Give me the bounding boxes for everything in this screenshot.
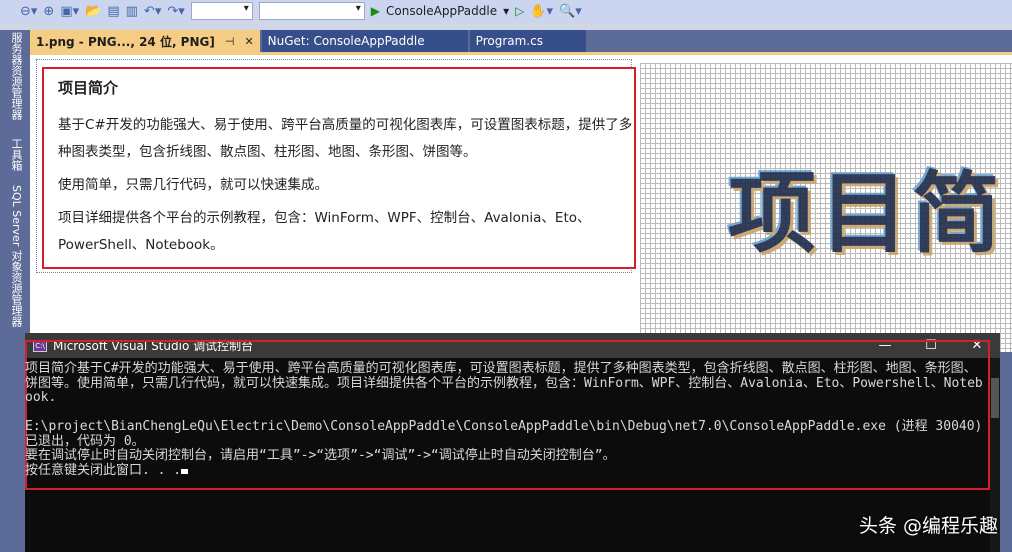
forward-icon[interactable]: ⊕: [43, 4, 54, 19]
image-content: 项目简介 基于C#开发的功能强大、易于使用、跨平台高质量的可视化图表库，可设置图…: [42, 67, 636, 269]
zoomed-pixel-view: 项目简: [640, 63, 1012, 352]
watermark: 头条 @编程乐趣: [858, 515, 998, 537]
sidebar-tab-server-explorer[interactable]: 服务器资源管理器: [8, 32, 24, 120]
image-paragraph: 项目详细提供各个平台的示例教程，包含：WinForm、WPF、控制台、Avalo…: [58, 210, 591, 253]
tab-label: 1.png - PNG..., 24 位, PNG]: [36, 34, 215, 49]
document-tabs: 1.png - PNG..., 24 位, PNG] ⊣ ✕ NuGet: Cons…: [30, 30, 586, 52]
toolbar-strip: [0, 22, 1012, 30]
open-folder-icon[interactable]: 📂: [85, 4, 101, 19]
cursor: [181, 468, 189, 474]
image-heading: 项目简介: [58, 79, 119, 97]
tab-nuget[interactable]: NuGet: ConsoleAppPaddle: [261, 30, 468, 52]
undo-icon[interactable]: ↶▾: [144, 4, 161, 19]
tab-label: Program.cs: [475, 34, 543, 48]
debug-console-window: C:\ Microsoft Visual Studio 调试控制台 — ☐ ✕ …: [25, 333, 1000, 552]
zoomed-text: 项目简: [728, 162, 1005, 265]
sidebar-tab-toolbox[interactable]: 工具箱: [8, 138, 24, 171]
save-all-icon[interactable]: ▥: [126, 4, 138, 19]
start-without-debug-icon[interactable]: ▷: [515, 4, 524, 18]
tab-program-cs[interactable]: Program.cs: [469, 30, 586, 52]
redo-icon[interactable]: ↷▾: [167, 4, 184, 19]
startup-project-button[interactable]: ConsoleAppPaddle: [386, 4, 497, 18]
image-editor: 项目简介 基于C#开发的功能强大、易于使用、跨平台高质量的可视化图表库，可设置图…: [30, 52, 1012, 352]
configuration-select[interactable]: [190, 2, 253, 20]
hand-icon[interactable]: ✋▾: [530, 4, 553, 19]
pin-icon[interactable]: ⊣: [225, 35, 235, 48]
tab-image[interactable]: 1.png - PNG..., 24 位, PNG] ⊣ ✕: [30, 30, 260, 52]
image-paragraph: 使用简单，只需几行代码，就可以快速集成。: [58, 177, 328, 193]
start-icon[interactable]: ▶: [371, 4, 380, 18]
back-icon[interactable]: ⊖▾: [20, 4, 37, 19]
console-output: 项目简介基于C#开发的功能强大、易于使用、跨平台高质量的可视化图表库，可设置图表…: [25, 361, 983, 478]
sidebar-tab-sql-server[interactable]: SQL Server 对象资源管理器: [8, 185, 24, 327]
tab-label: NuGet: ConsoleAppPaddle: [267, 34, 425, 48]
find-icon[interactable]: 🔍▾: [559, 4, 582, 19]
new-item-icon[interactable]: ▣▾: [60, 4, 79, 19]
platform-select[interactable]: [258, 2, 365, 20]
toolbar: ⊖▾ ⊕ ▣▾ 📂 ▤ ▥ ↶▾ ↷▾ ▶ ConsoleAppPaddle▾ …: [0, 0, 1012, 22]
image-paragraph: 基于C#开发的功能强大、易于使用、跨平台高质量的可视化图表库，可设置图表标题，提…: [58, 117, 633, 160]
save-icon[interactable]: ▤: [107, 4, 119, 19]
close-icon[interactable]: ✕: [244, 35, 253, 48]
